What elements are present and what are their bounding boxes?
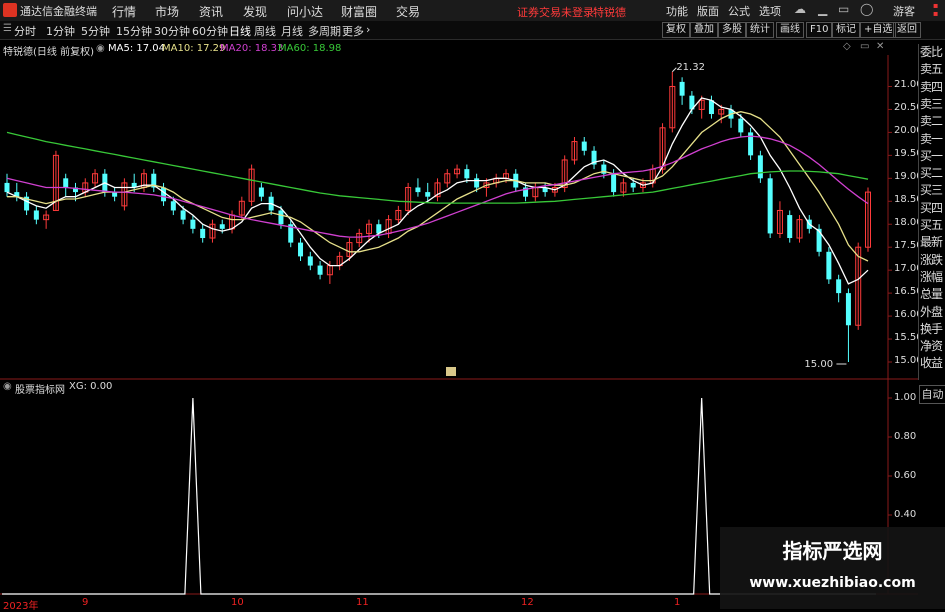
side-item[interactable]: 最新 — [920, 235, 945, 249]
candle-body-down — [474, 178, 480, 188]
candle-body-down — [278, 210, 284, 225]
sub-ytick: 1.00 — [894, 392, 917, 403]
candle-body-down — [170, 201, 176, 211]
candle-body-down — [738, 118, 744, 133]
sub-ytick: 0.60 — [894, 470, 917, 481]
side-item[interactable]: 卖四 — [920, 80, 945, 94]
indicator-title: 股票指标网 — [15, 385, 65, 396]
candle-body-down — [161, 187, 167, 202]
candle-body-down — [464, 169, 470, 179]
side-item[interactable]: 收益 — [920, 356, 945, 370]
side-item[interactable]: 外盘 — [920, 305, 945, 319]
side-item[interactable]: 总量 — [920, 287, 945, 301]
candle-body-down — [317, 265, 323, 275]
candle-body-down — [708, 100, 714, 115]
candle-body-down — [307, 256, 313, 266]
candle-body-down — [415, 187, 421, 193]
candles — [4, 71, 871, 362]
pane-resize-handle[interactable] — [446, 367, 456, 376]
candle-body-down — [190, 219, 196, 229]
indicator-value: XG: 0.00 — [69, 381, 113, 392]
candle-body-down — [258, 187, 264, 197]
side-item[interactable]: 净资 — [920, 339, 945, 353]
candle-body-down — [611, 173, 617, 193]
x-label-year: 2023年 — [3, 601, 39, 612]
auto-button[interactable]: 自动 — [919, 385, 945, 404]
candle-body-down — [581, 141, 587, 151]
candle-body-down — [33, 210, 39, 220]
candle-body-down — [112, 192, 118, 197]
side-item[interactable]: 卖二 — [920, 114, 945, 128]
x-label-sep: 9 — [82, 597, 89, 608]
candle-body-down — [845, 293, 851, 326]
kline-chart[interactable]: 21.32 15.00 — [0, 0, 945, 609]
side-item[interactable]: 卖三 — [920, 97, 945, 111]
side-item[interactable]: 委比 — [920, 45, 945, 59]
x-label-oct: 10 — [231, 597, 244, 608]
annotations: 21.32 15.00 — [671, 62, 847, 370]
candle-body-down — [200, 228, 206, 239]
side-item[interactable]: 换手 — [920, 322, 945, 336]
side-item[interactable]: 买三 — [920, 183, 945, 197]
candle-body-down — [767, 178, 773, 234]
candle-body-down — [219, 224, 225, 229]
x-label-jan: 1 — [674, 597, 681, 608]
candle-body-down — [757, 155, 763, 179]
side-item[interactable]: 涨幅 — [920, 270, 945, 284]
watermark: 指标严选网 www.xuezhibiao.com — [720, 527, 945, 609]
side-item[interactable]: 买四 — [920, 201, 945, 215]
side-item[interactable]: 卖一 — [920, 132, 945, 146]
candle-body-down — [298, 242, 304, 257]
side-item[interactable]: 买五 — [920, 218, 945, 232]
candle-body-down — [836, 279, 842, 294]
price-annotation: 21.32 — [676, 62, 705, 73]
candle-body-down — [425, 192, 431, 197]
candle-body-down — [4, 182, 10, 193]
x-label-dec: 12 — [521, 597, 534, 608]
candle-body-down — [787, 215, 793, 239]
indicator-settings-icon[interactable]: ◉ — [3, 381, 12, 392]
x-label-nov: 11 — [356, 597, 369, 608]
watermark-url: www.xuezhibiao.com — [749, 575, 916, 591]
sub-ytick: 0.80 — [894, 431, 917, 442]
candle-body-down — [816, 228, 822, 252]
candle-body-down — [826, 251, 832, 280]
watermark-title: 指标严选网 — [782, 539, 883, 563]
side-item[interactable]: 卖五 — [920, 62, 945, 76]
side-item[interactable]: 买二 — [920, 166, 945, 180]
price-annotation: 15.00 — [804, 359, 833, 370]
side-item[interactable]: 买一 — [920, 149, 945, 163]
candle-body-down — [180, 210, 186, 220]
chart-frame — [0, 55, 918, 595]
candle-body-down — [679, 81, 685, 96]
side-item[interactable]: 涨跌 — [920, 253, 945, 267]
candle-body-down — [630, 182, 636, 188]
candle-body-down — [63, 178, 69, 188]
sub-ytick: 0.40 — [894, 509, 917, 520]
